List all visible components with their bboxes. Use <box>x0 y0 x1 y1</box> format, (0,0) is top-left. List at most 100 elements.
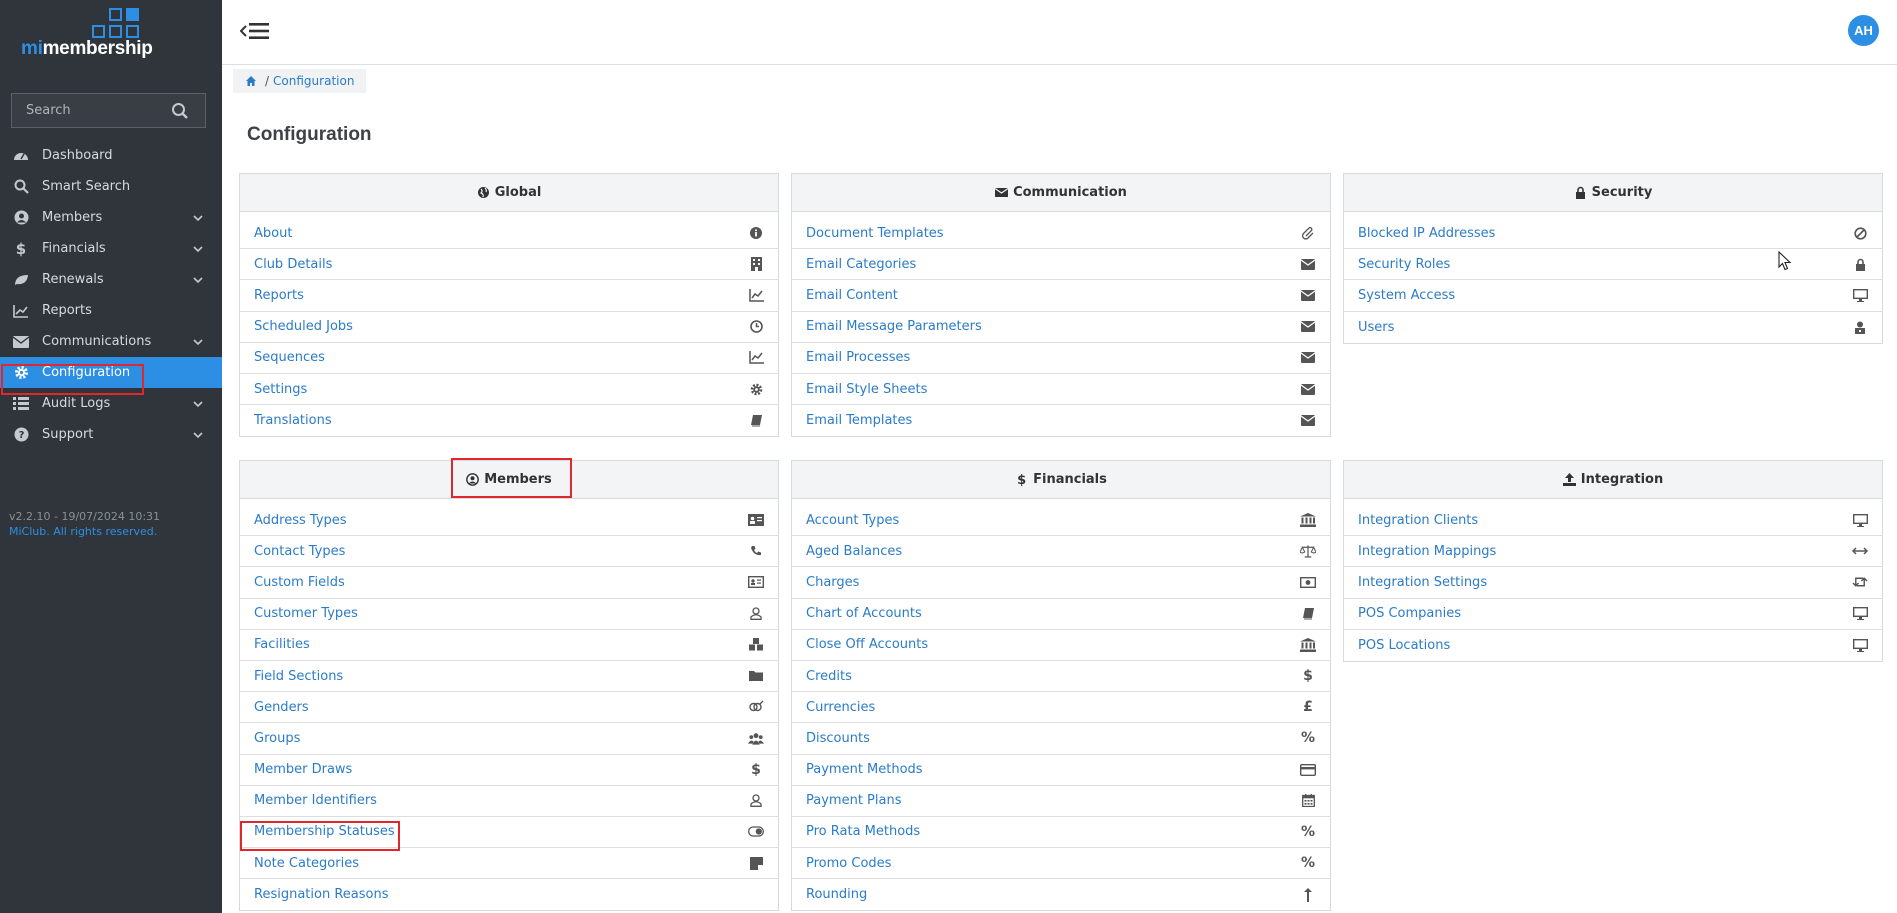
config-item-system-access[interactable]: System Access <box>1344 280 1882 312</box>
config-item-security-roles[interactable]: Security Roles <box>1344 249 1882 281</box>
user-avatar[interactable]: AH <box>1848 15 1879 46</box>
config-item-rounding[interactable]: Rounding <box>792 879 1330 910</box>
sidebar-item-dashboard[interactable]: Dashboard <box>0 140 222 171</box>
config-item-close-off-accounts[interactable]: Close Off Accounts <box>792 630 1330 661</box>
search-input[interactable] <box>12 94 162 127</box>
config-link[interactable]: Genders <box>254 700 309 715</box>
sidebar-item-support[interactable]: ? Support <box>0 419 222 450</box>
config-item-email-templates[interactable]: Email Templates <box>792 405 1330 436</box>
config-item-integration-clients[interactable]: Integration Clients <box>1344 505 1882 537</box>
config-item-credits[interactable]: Credits $ <box>792 661 1330 693</box>
config-item-translations[interactable]: Translations <box>240 405 778 436</box>
config-item-document-templates[interactable]: Document Templates <box>792 218 1330 250</box>
config-link[interactable]: Settings <box>254 382 307 397</box>
config-link[interactable]: About <box>254 226 292 241</box>
config-item-resignation-reasons[interactable]: Resignation Reasons <box>240 879 778 910</box>
config-item-scheduled-jobs[interactable]: Scheduled Jobs <box>240 312 778 343</box>
config-item-email-content[interactable]: Email Content <box>792 280 1330 312</box>
config-link[interactable]: Email Message Parameters <box>806 319 982 334</box>
config-link[interactable]: Member Identifiers <box>254 793 377 808</box>
search-icon[interactable] <box>171 102 189 120</box>
config-link[interactable]: Custom Fields <box>254 575 345 590</box>
config-link[interactable]: Groups <box>254 731 300 746</box>
config-item-users[interactable]: Users <box>1344 312 1882 343</box>
config-link[interactable]: Sequences <box>254 350 325 365</box>
config-link[interactable]: Document Templates <box>806 226 944 241</box>
sidebar-item-members[interactable]: Members <box>0 202 222 233</box>
sidebar-item-smart-search[interactable]: Smart Search <box>0 171 222 202</box>
config-item-payment-methods[interactable]: Payment Methods <box>792 755 1330 786</box>
config-item-sequences[interactable]: Sequences <box>240 343 778 374</box>
config-item-pro-rata-methods[interactable]: Pro Rata Methods% <box>792 817 1330 849</box>
config-item-about[interactable]: About <box>240 218 778 250</box>
config-item-contact-types[interactable]: Contact Types <box>240 536 778 568</box>
config-link[interactable]: Credits <box>806 669 852 684</box>
config-item-payment-plans[interactable]: Payment Plans <box>792 786 1330 817</box>
config-link[interactable]: Promo Codes <box>806 856 891 871</box>
config-item-member-draws[interactable]: Member Draws $ <box>240 755 778 786</box>
config-link[interactable]: Reports <box>254 288 304 303</box>
config-link[interactable]: Customer Types <box>254 606 358 621</box>
config-link[interactable]: Integration Settings <box>1358 575 1487 590</box>
config-link[interactable]: Charges <box>806 575 859 590</box>
config-link[interactable]: Pro Rata Methods <box>806 824 920 839</box>
config-item-email-style-sheets[interactable]: Email Style Sheets <box>792 374 1330 406</box>
config-link[interactable]: Security Roles <box>1358 257 1450 272</box>
config-item-blocked-ip-addresses[interactable]: Blocked IP Addresses <box>1344 218 1882 250</box>
config-link[interactable]: System Access <box>1358 288 1455 303</box>
config-item-email-message-parameters[interactable]: Email Message Parameters <box>792 312 1330 343</box>
config-link[interactable]: Currencies <box>806 700 875 715</box>
config-item-groups[interactable]: Groups <box>240 723 778 755</box>
config-item-promo-codes[interactable]: Promo Codes% <box>792 848 1330 880</box>
config-link[interactable]: Integration Clients <box>1358 513 1478 528</box>
config-link[interactable]: Member Draws <box>254 762 352 777</box>
config-link[interactable]: Integration Mappings <box>1358 544 1496 559</box>
config-link[interactable]: Users <box>1358 320 1394 335</box>
sidebar-toggle-icon[interactable] <box>240 20 270 42</box>
config-link[interactable]: Payment Methods <box>806 762 923 777</box>
config-item-genders[interactable]: Genders <box>240 692 778 724</box>
config-item-pos-companies[interactable]: POS Companies <box>1344 599 1882 630</box>
config-item-email-categories[interactable]: Email Categories <box>792 249 1330 281</box>
config-item-email-processes[interactable]: Email Processes <box>792 343 1330 374</box>
config-item-integration-settings[interactable]: Integration Settings <box>1344 567 1882 599</box>
config-link[interactable]: Field Sections <box>254 669 343 684</box>
config-item-integration-mappings[interactable]: Integration Mappings <box>1344 536 1882 568</box>
breadcrumb-current[interactable]: Configuration <box>273 74 354 88</box>
logo[interactable]: mimembership <box>0 0 222 72</box>
config-item-pos-locations[interactable]: POS Locations <box>1344 630 1882 661</box>
config-link[interactable]: Discounts <box>806 731 870 746</box>
config-link[interactable]: POS Companies <box>1358 606 1461 621</box>
sidebar-item-communications[interactable]: Communications <box>0 326 222 357</box>
config-item-facilities[interactable]: Facilities <box>240 630 778 661</box>
config-link[interactable]: Resignation Reasons <box>254 887 388 902</box>
config-item-aged-balances[interactable]: Aged Balances <box>792 536 1330 568</box>
config-link[interactable]: Account Types <box>806 513 899 528</box>
config-link[interactable]: Address Types <box>254 513 347 528</box>
config-link[interactable]: Email Templates <box>806 413 912 428</box>
config-item-custom-fields[interactable]: Custom Fields <box>240 567 778 599</box>
config-link[interactable]: Blocked IP Addresses <box>1358 226 1495 241</box>
config-item-customer-types[interactable]: Customer Types <box>240 599 778 630</box>
sidebar-item-reports[interactable]: Reports <box>0 295 222 326</box>
config-link[interactable]: Club Details <box>254 257 332 272</box>
config-item-club-details[interactable]: Club Details <box>240 249 778 281</box>
config-item-account-types[interactable]: Account Types <box>792 505 1330 537</box>
config-item-reports[interactable]: Reports <box>240 280 778 312</box>
config-item-currencies[interactable]: Currencies £ <box>792 692 1330 724</box>
config-link[interactable]: Close Off Accounts <box>806 637 928 652</box>
config-link[interactable]: Email Content <box>806 288 898 303</box>
config-link[interactable]: Aged Balances <box>806 544 902 559</box>
config-link[interactable]: Facilities <box>254 637 310 652</box>
config-link[interactable]: POS Locations <box>1358 638 1450 653</box>
config-item-settings[interactable]: Settings <box>240 374 778 406</box>
config-link[interactable]: Payment Plans <box>806 793 901 808</box>
config-link[interactable]: Chart of Accounts <box>806 606 922 621</box>
config-item-chart-of-accounts[interactable]: Chart of Accounts <box>792 599 1330 630</box>
config-link[interactable]: Email Categories <box>806 257 916 272</box>
home-icon[interactable] <box>245 75 257 87</box>
config-link[interactable]: Rounding <box>806 887 867 902</box>
config-link[interactable]: Email Processes <box>806 350 910 365</box>
config-link[interactable]: Translations <box>254 413 332 428</box>
sidebar-item-financials[interactable]: $ Financials <box>0 233 222 264</box>
